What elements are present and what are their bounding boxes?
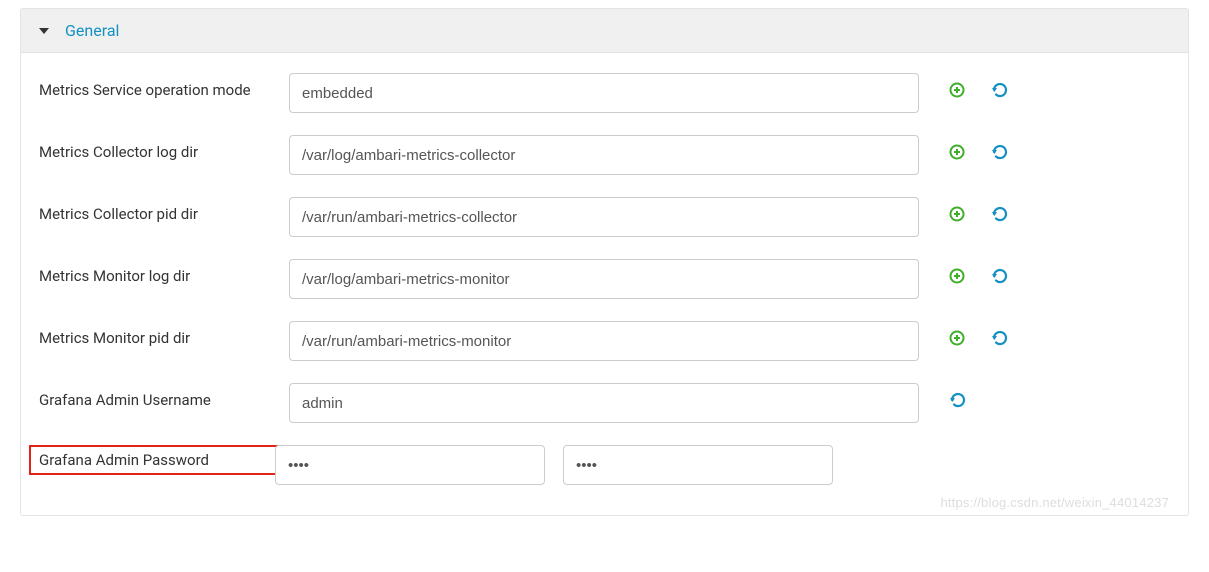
- row-operation-mode: Metrics Service operation mode: [39, 73, 1170, 113]
- input-grafana-pass[interactable]: [275, 445, 545, 485]
- refresh-icon[interactable]: [991, 267, 1009, 285]
- label-operation-mode: Metrics Service operation mode: [39, 73, 289, 99]
- caret-down-icon: [39, 28, 49, 34]
- panel-body: Metrics Service operation mode Metrics C…: [21, 53, 1188, 515]
- refresh-icon[interactable]: [991, 205, 1009, 223]
- input-collector-pid[interactable]: [289, 197, 919, 237]
- label-monitor-log: Metrics Monitor log dir: [39, 259, 289, 285]
- plus-icon[interactable]: [949, 268, 965, 284]
- plus-icon[interactable]: [949, 206, 965, 222]
- watermark: https://blog.csdn.net/weixin_44014237: [940, 495, 1169, 510]
- row-monitor-pid: Metrics Monitor pid dir: [39, 321, 1170, 361]
- row-grafana-user: Grafana Admin Username: [39, 383, 1170, 423]
- plus-icon[interactable]: [949, 82, 965, 98]
- label-collector-log: Metrics Collector log dir: [39, 135, 289, 161]
- panel-title: General: [65, 21, 119, 40]
- general-panel: General Metrics Service operation mode M…: [20, 8, 1189, 516]
- refresh-icon[interactable]: [991, 81, 1009, 99]
- row-collector-log: Metrics Collector log dir: [39, 135, 1170, 175]
- refresh-icon[interactable]: [991, 329, 1009, 347]
- refresh-icon[interactable]: [991, 143, 1009, 161]
- refresh-icon[interactable]: [949, 391, 967, 409]
- input-grafana-user[interactable]: [289, 383, 919, 423]
- input-grafana-pass-confirm[interactable]: [563, 445, 833, 485]
- row-collector-pid: Metrics Collector pid dir: [39, 197, 1170, 237]
- plus-icon[interactable]: [949, 330, 965, 346]
- panel-header[interactable]: General: [21, 9, 1188, 53]
- row-monitor-log: Metrics Monitor log dir: [39, 259, 1170, 299]
- label-grafana-pass: Grafana Admin Password: [29, 445, 279, 475]
- input-monitor-log[interactable]: [289, 259, 919, 299]
- label-monitor-pid: Metrics Monitor pid dir: [39, 321, 289, 347]
- label-grafana-user: Grafana Admin Username: [39, 383, 289, 409]
- input-monitor-pid[interactable]: [289, 321, 919, 361]
- input-collector-log[interactable]: [289, 135, 919, 175]
- plus-icon[interactable]: [949, 144, 965, 160]
- row-grafana-pass: Grafana Admin Password: [39, 445, 1170, 485]
- input-operation-mode[interactable]: [289, 73, 919, 113]
- label-collector-pid: Metrics Collector pid dir: [39, 197, 289, 223]
